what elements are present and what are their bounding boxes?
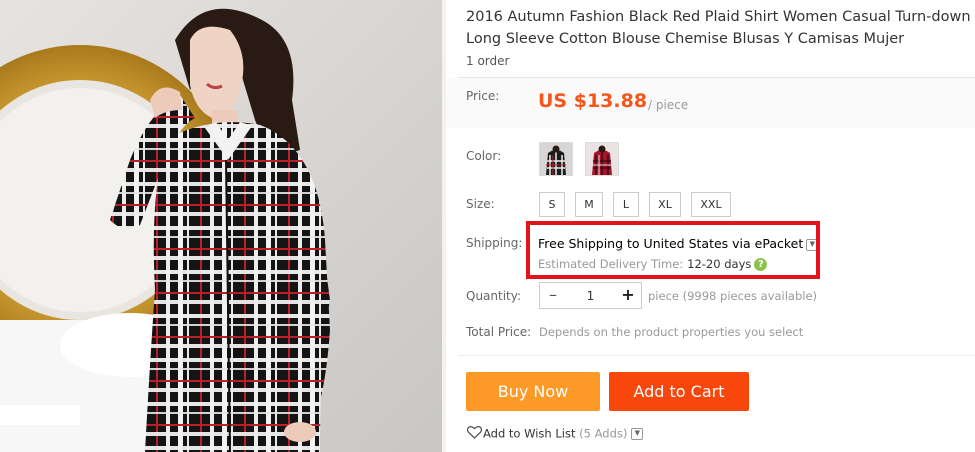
heart-icon[interactable] — [466, 425, 483, 442]
wishlist-label[interactable]: Add to Wish List — [483, 427, 575, 441]
size-label: Size: — [466, 197, 495, 211]
stock-availability: piece (9998 pieces available) — [648, 289, 818, 303]
price-section — [446, 78, 975, 128]
quantity-input[interactable] — [566, 283, 615, 308]
total-price-note: Depends on the product properties you se… — [539, 325, 804, 339]
size-option-xl[interactable]: XL — [649, 192, 681, 217]
size-option-s[interactable]: S — [539, 192, 565, 217]
quantity-decrease-button[interactable]: – — [540, 283, 566, 308]
add-to-wishlist[interactable]: Add to Wish List (5 Adds) ▼ — [466, 425, 644, 442]
size-option-xxl[interactable]: XXL — [691, 192, 731, 217]
quantity-stepper: – + — [539, 282, 642, 309]
size-option-l[interactable]: L — [613, 192, 639, 217]
color-swatch-black[interactable] — [539, 142, 573, 176]
add-to-cart-button[interactable]: Add to Cart — [609, 372, 749, 411]
chevron-down-icon[interactable]: ▼ — [631, 428, 644, 440]
price-unit: / piece — [648, 98, 689, 112]
product-title-line-2[interactable]: Long Sleeve Cotton Blouse Chemise Blusas… — [466, 28, 971, 50]
wishlist-count: (5 Adds) — [579, 426, 628, 441]
red-plaid-swatch-image — [586, 143, 618, 175]
buy-now-button[interactable]: Buy Now — [466, 372, 600, 411]
product-title-line-1[interactable]: 2016 Autumn Fashion Black Red Plaid Shir… — [466, 6, 971, 28]
shipping-label: Shipping: — [466, 236, 523, 250]
actions-divider — [458, 355, 975, 356]
total-price-label: Total Price: — [466, 325, 532, 339]
product-title[interactable]: 2016 Autumn Fashion Black Red Plaid Shir… — [466, 6, 971, 50]
product-photo[interactable] — [0, 0, 442, 452]
price-value: US $13.88 — [538, 90, 648, 112]
black-plaid-swatch-image — [540, 143, 572, 175]
shipping-highlight-box — [526, 221, 820, 279]
color-label: Color: — [466, 149, 502, 163]
quantity-increase-button[interactable]: + — [615, 283, 641, 308]
quantity-label: Quantity: — [466, 289, 522, 303]
color-swatch-red[interactable] — [585, 142, 619, 176]
size-option-m[interactable]: M — [575, 192, 603, 217]
product-info-panel: 2016 Autumn Fashion Black Red Plaid Shir… — [446, 0, 975, 452]
product-photo-drawing — [0, 0, 442, 452]
order-count: 1 order — [466, 54, 510, 68]
price-label: Price: — [466, 89, 500, 103]
